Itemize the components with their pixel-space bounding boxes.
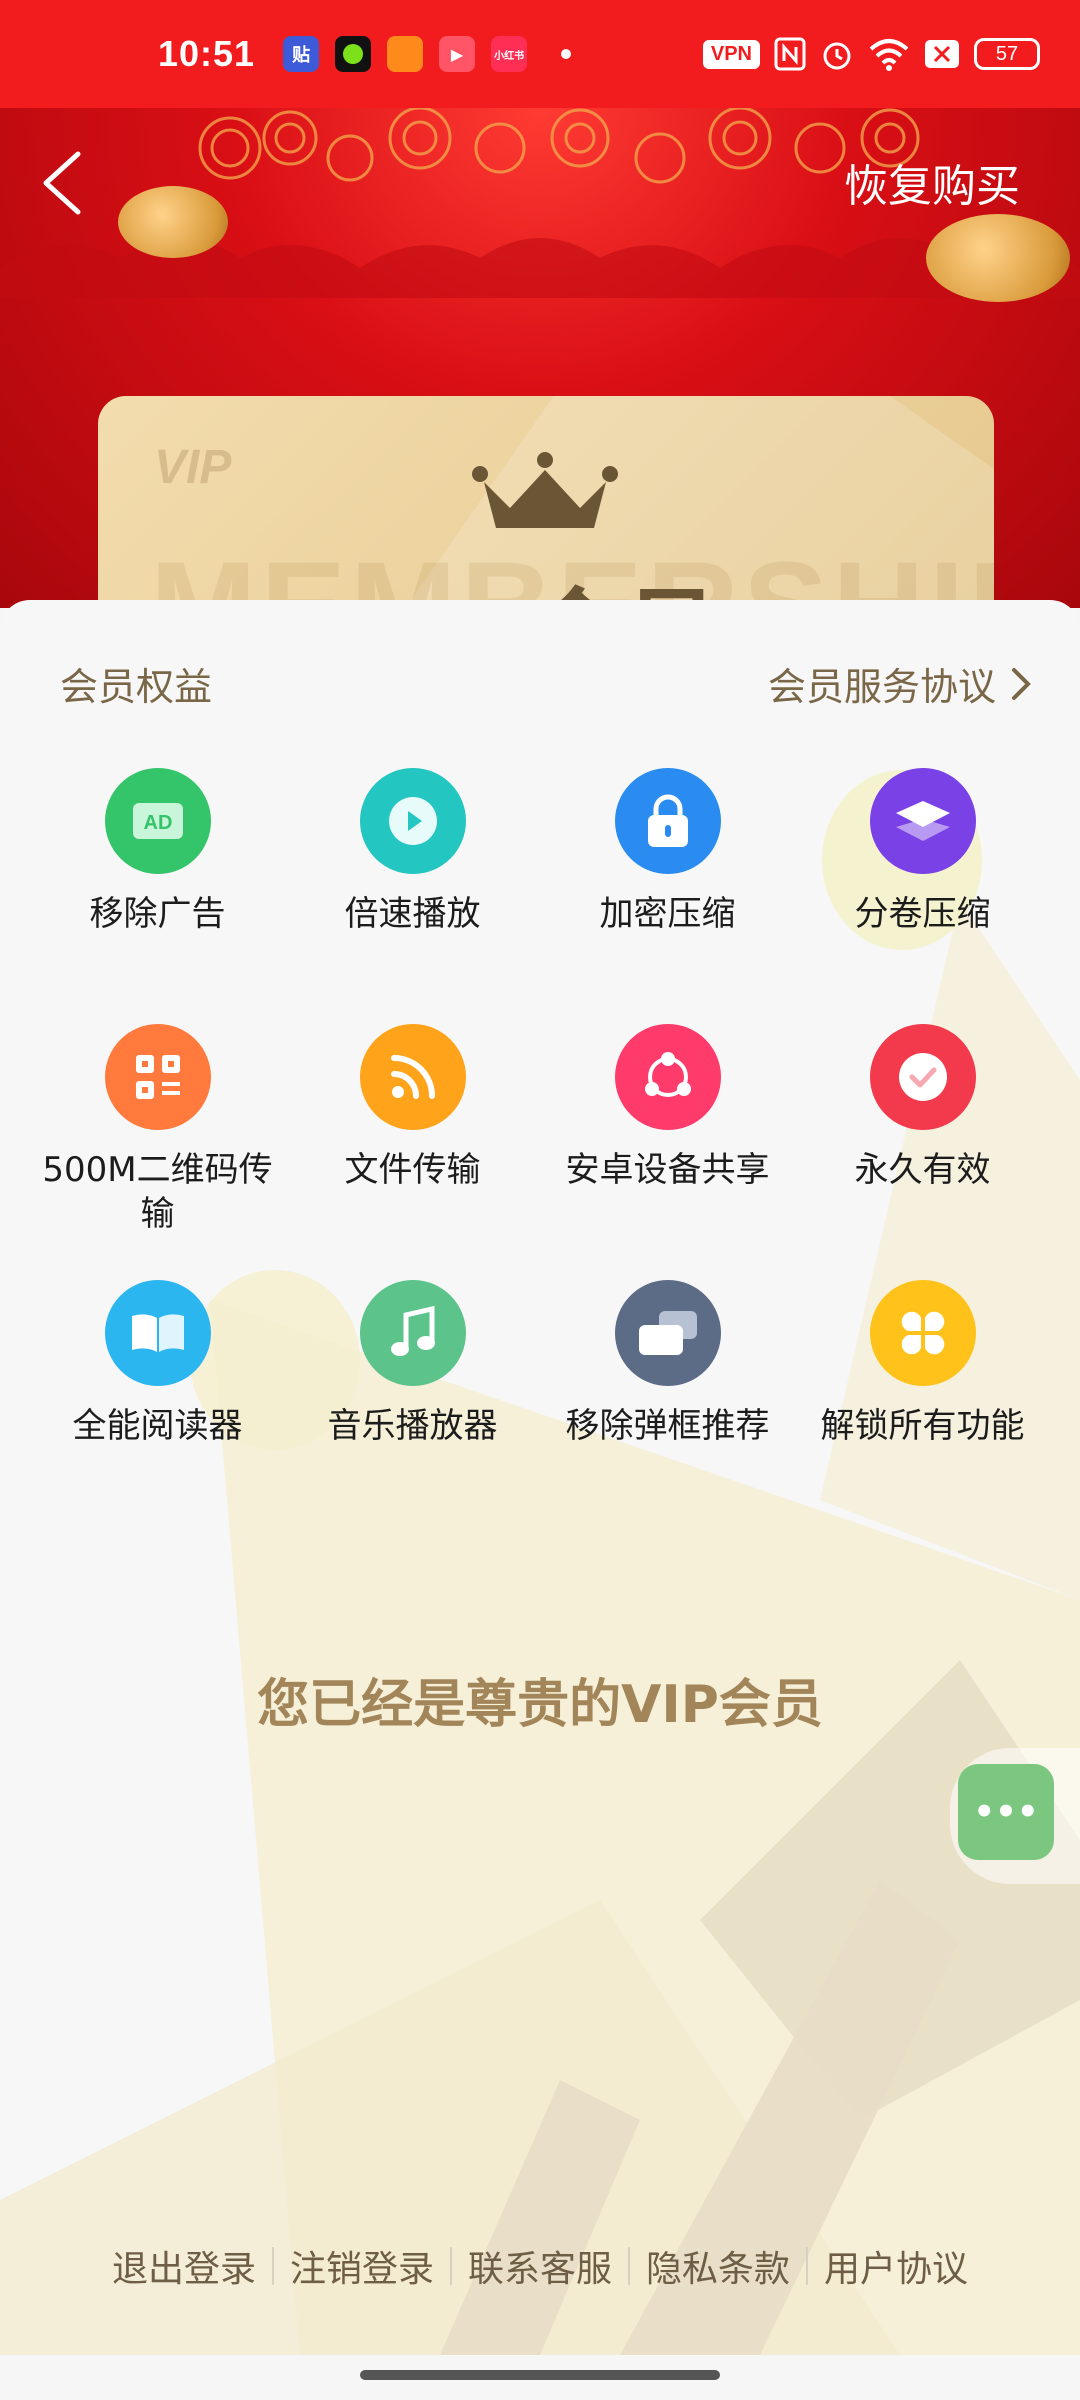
orange-app-icon — [387, 36, 424, 72]
video-app-icon: ▶ — [439, 36, 476, 72]
privacy-policy-link[interactable]: 隐私条款 — [630, 2240, 806, 2292]
lock-icon — [614, 768, 721, 874]
delete-account-link[interactable]: 注销登录 — [274, 2240, 450, 2292]
green-dot-app-icon — [335, 36, 372, 72]
notification-dot — [561, 49, 572, 59]
benefit-permanent[interactable]: 永久有效 — [795, 1024, 1050, 1192]
benefit-label: 文件传输 — [344, 1150, 481, 1190]
benefit-android-share[interactable]: 安卓设备共享 — [540, 1024, 795, 1192]
benefit-split-compress[interactable]: 分卷压缩 — [795, 768, 1050, 936]
benefit-label: 倍速播放 — [344, 894, 481, 934]
contact-support-link[interactable]: 联系客服 — [452, 2240, 628, 2292]
popup-block-icon — [614, 1280, 721, 1386]
benefit-label: 加密压缩 — [599, 894, 736, 934]
benefit-qr-transfer[interactable]: 500M二维码传输 — [30, 1024, 285, 1236]
status-time: 10:51 — [158, 33, 256, 74]
wifi-icon — [869, 39, 909, 71]
floating-chat-dock: ••• — [950, 1748, 1080, 1884]
back-button[interactable] — [38, 148, 88, 218]
music-icon — [359, 1280, 466, 1386]
crown-icon — [472, 452, 618, 528]
lantern-left — [118, 186, 228, 258]
membership-agreement-link[interactable]: 会员服务协议 — [768, 656, 1032, 711]
benefit-music-player[interactable]: 音乐播放器 — [285, 1280, 540, 1448]
alarm-icon — [823, 42, 851, 70]
tieba-app-icon: 贴 — [283, 36, 320, 72]
layers-icon — [869, 768, 976, 874]
battery-indicator: 57 — [974, 38, 1040, 70]
logout-link[interactable]: 退出登录 — [96, 2240, 272, 2292]
benefit-label: 分卷压缩 — [854, 894, 991, 934]
play-speed-icon — [359, 768, 466, 874]
vpn-badge: VPN — [702, 39, 760, 69]
membership-agreement-label: 会员服务协议 — [767, 665, 996, 709]
status-bar: 10:51 贴 ▶ 小红书 VPN 57 — [0, 0, 1080, 108]
benefit-label: 解锁所有功能 — [820, 1406, 1025, 1446]
benefit-label: 安卓设备共享 — [565, 1150, 770, 1190]
benefit-label: 移除广告 — [89, 894, 226, 934]
benefits-title: 会员权益 — [60, 665, 213, 709]
benefits-sheet: 会员权益 会员服务协议 AD 移除广告 倍速播放 加密压缩 分卷压缩 500M二… — [0, 600, 1080, 2355]
footer-links: 退出登录 注销登录 联系客服 隐私条款 用户协议 — [0, 2240, 1080, 2292]
vip-card: VIP MEMBERSHIP VIP会员 — [98, 396, 994, 608]
user-agreement-link[interactable]: 用户协议 — [808, 2240, 984, 2292]
nfc-icon — [774, 37, 806, 71]
benefit-label: 全能阅读器 — [72, 1406, 243, 1446]
lantern-right — [926, 214, 1070, 302]
xiaohongshu-app-icon: 小红书 — [491, 36, 528, 72]
no-sim-icon — [925, 40, 959, 68]
benefit-file-transfer[interactable]: 文件传输 — [285, 1024, 540, 1192]
benefit-speed-play[interactable]: 倍速播放 — [285, 768, 540, 936]
benefit-label: 500M二维码传输 — [42, 1150, 273, 1234]
share-icon — [614, 1024, 721, 1130]
file-transfer-icon — [359, 1024, 466, 1130]
benefit-reader[interactable]: 全能阅读器 — [30, 1280, 285, 1448]
check-badge-icon — [869, 1024, 976, 1130]
benefit-remove-ads[interactable]: AD 移除广告 — [30, 768, 285, 936]
restore-purchase-button[interactable]: 恢复购买 — [844, 150, 1020, 214]
member-status-text: 您已经是尊贵的VIP会员 — [257, 1675, 823, 1735]
svg-text:AD: AD — [143, 812, 172, 834]
more-dots-icon[interactable]: ••• — [958, 1764, 1054, 1860]
chevron-right-icon — [1012, 667, 1031, 700]
benefit-encrypted-compress[interactable]: 加密压缩 — [540, 768, 795, 936]
vip-card-small-text: VIP — [154, 441, 232, 494]
home-indicator[interactable] — [360, 2370, 720, 2380]
benefit-label: 移除弹框推荐 — [565, 1406, 770, 1446]
benefit-unlock-all[interactable]: 解锁所有功能 — [795, 1280, 1050, 1448]
unlock-all-icon — [869, 1280, 976, 1386]
ad-block-icon: AD — [104, 768, 211, 874]
book-icon — [104, 1280, 211, 1386]
benefit-label: 音乐播放器 — [327, 1406, 498, 1446]
qr-code-icon — [104, 1024, 211, 1130]
benefit-remove-popups[interactable]: 移除弹框推荐 — [540, 1280, 795, 1448]
benefit-label: 永久有效 — [854, 1150, 991, 1190]
